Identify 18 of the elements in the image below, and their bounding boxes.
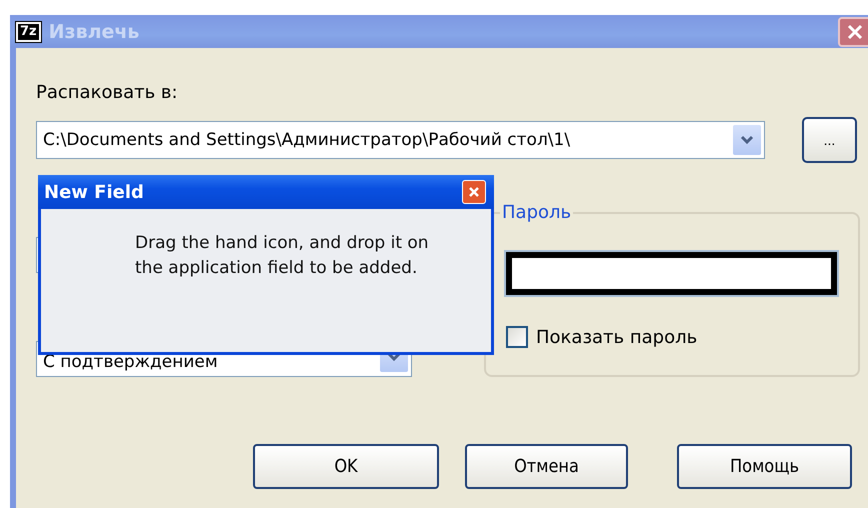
show-password-checkbox[interactable]: Показать пароль [506, 326, 858, 348]
path-dropdown[interactable]: C:\Documents and Settings\Администратор\Рабочий стол\1\ [36, 121, 765, 159]
popup-title: New Field [44, 182, 144, 202]
password-label: Пароль [500, 202, 574, 223]
checkbox[interactable] [506, 326, 528, 348]
password-field[interactable] [506, 252, 837, 295]
popup-message: Drag the hand icon, and drop it on the application field to be added. [135, 232, 430, 280]
dialog-button[interactable]: OK [253, 444, 439, 489]
window-title: Извлечь [48, 20, 140, 42]
chevron-down-icon [740, 135, 754, 145]
dialog-button[interactable]: Отмена [465, 444, 628, 489]
close-icon [467, 185, 481, 199]
close-button[interactable] [838, 16, 868, 46]
extract-to-label: Распаковать в: [36, 82, 179, 105]
dialog-button[interactable]: Помощь [677, 444, 852, 489]
dropdown-button[interactable] [733, 125, 761, 155]
app-icon: 7z [16, 22, 41, 42]
browse-button[interactable]: ... [802, 117, 857, 163]
